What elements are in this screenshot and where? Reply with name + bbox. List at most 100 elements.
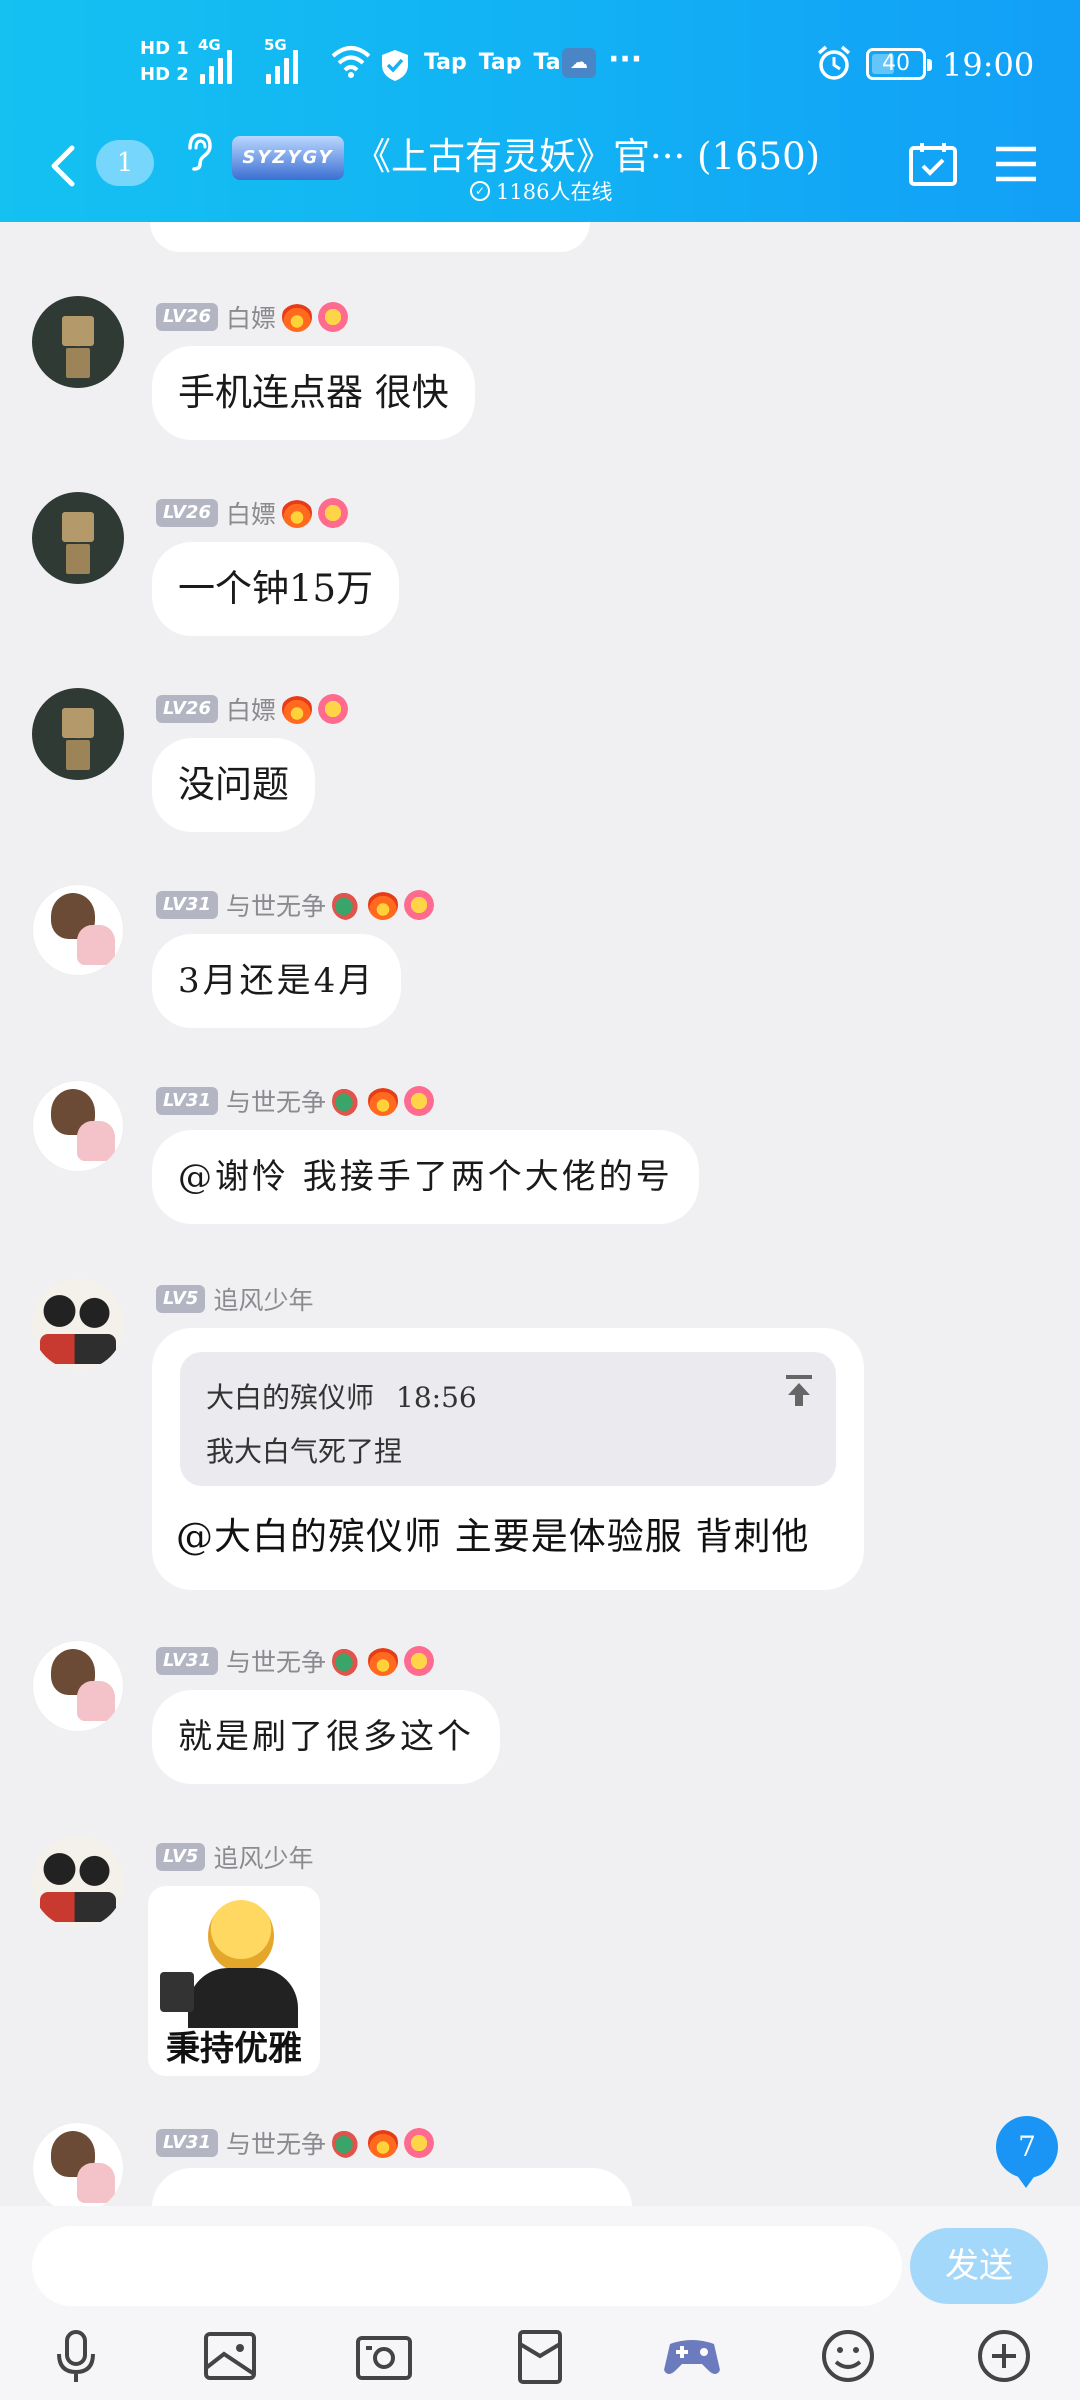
message-input[interactable] xyxy=(32,2226,902,2306)
quoted-message[interactable]: 大白的殡仪师 18:56 我大白气死了捏 xyxy=(180,1352,836,1486)
message-bubble[interactable]: @谢怜 我接手了两个大佬的号 xyxy=(152,1130,699,1224)
plus-icon[interactable] xyxy=(972,2324,1036,2388)
alarm-icon xyxy=(817,45,851,80)
avatar[interactable] xyxy=(32,688,124,780)
avatar[interactable] xyxy=(32,1080,124,1172)
send-button[interactable]: 发送 xyxy=(910,2228,1048,2304)
camera-icon[interactable] xyxy=(352,2324,416,2388)
chat-nav-bar: 1 SYZYGY 《上古有灵妖》官··· (1650) ✓ 1186人在线 xyxy=(0,120,1080,220)
flower-face-icon xyxy=(318,302,348,332)
back-arrow-icon[interactable] xyxy=(48,144,78,188)
level-badge: LV31 xyxy=(156,891,218,919)
level-badge: LV5 xyxy=(156,1285,206,1313)
sender-name[interactable]: 白嫖 xyxy=(226,495,276,531)
quoted-time: 18:56 xyxy=(396,1381,477,1414)
sender-name[interactable]: 与世无争 xyxy=(226,1083,326,1119)
sticker-face xyxy=(208,1900,274,1972)
avatar[interactable] xyxy=(32,492,124,584)
signal-icon: 4G xyxy=(198,36,232,84)
clock: 19:00 xyxy=(942,46,1035,84)
fire-icon xyxy=(282,694,312,724)
dragon-icon xyxy=(332,890,362,920)
avatar[interactable] xyxy=(32,884,124,976)
sender-meta: LV26 白嫖 xyxy=(156,496,348,530)
level-badge: LV5 xyxy=(156,1843,206,1871)
game-logo: SYZYGY xyxy=(232,136,344,180)
quoted-sender: 大白的殡仪师 18:56 xyxy=(206,1376,477,1416)
avatar[interactable] xyxy=(32,1278,124,1370)
calendar-check-icon[interactable] xyxy=(908,140,958,188)
message-bubble[interactable]: 手机连点器 很快 xyxy=(152,346,475,440)
sender-name[interactable]: 追风少年 xyxy=(213,1839,313,1875)
jump-to-quote-icon[interactable] xyxy=(784,1374,814,1408)
avatar[interactable] xyxy=(32,296,124,388)
sim2-label: HD 2 xyxy=(140,64,189,85)
weather-icon: ☁ xyxy=(562,48,596,78)
chat-screen: { "status_bar": { "hd1": "HD 1", "hd2": … xyxy=(0,0,1080,2400)
network-type-label-2: 5G xyxy=(264,36,287,54)
flower-face-icon xyxy=(318,694,348,724)
fire-icon xyxy=(368,890,398,920)
more-notifications-icon: ··· xyxy=(608,42,643,77)
dragon-icon xyxy=(332,1086,362,1116)
fire-icon xyxy=(368,2128,398,2158)
fire-icon xyxy=(368,1086,398,1116)
status-bar: HD 1 HD 2 4G 5G Tap Tap Tap ☁ ··· 40 19:… xyxy=(0,30,1080,100)
flower-face-icon xyxy=(404,1086,434,1116)
level-badge: LV26 xyxy=(156,695,218,723)
sender-name[interactable]: 白嫖 xyxy=(226,299,276,335)
emoji-icon[interactable] xyxy=(816,2324,880,2388)
sender-meta: LV5 追风少年 xyxy=(156,1282,313,1316)
mic-icon[interactable] xyxy=(44,2324,108,2388)
shield-icon xyxy=(382,50,408,81)
wifi-icon xyxy=(331,46,371,78)
sticker-body xyxy=(188,1968,298,2028)
sender-meta: LV5 追风少年 xyxy=(156,1840,313,1874)
sender-meta: LV31 与世无争 xyxy=(156,1084,434,1118)
sim1-label: HD 1 xyxy=(140,38,189,59)
sender-name[interactable]: 与世无争 xyxy=(226,1643,326,1679)
sender-meta: LV31 与世无争 xyxy=(156,888,434,922)
avatar[interactable] xyxy=(32,1836,124,1928)
message-bubble[interactable]: 3月还是4月 xyxy=(152,934,402,1028)
sender-name[interactable]: 与世无争 xyxy=(226,887,326,923)
sender-name[interactable]: 白嫖 xyxy=(226,691,276,727)
level-badge: LV31 xyxy=(156,1087,218,1115)
battery-percent: 40 xyxy=(882,51,910,76)
sender-name[interactable]: 与世无争 xyxy=(226,2125,326,2161)
dragon-icon xyxy=(332,2128,362,2158)
previous-message-bubble xyxy=(150,222,590,252)
menu-icon[interactable] xyxy=(994,144,1038,184)
message-bubble[interactable]: 一个钟15万 xyxy=(152,542,400,636)
level-badge: LV26 xyxy=(156,499,218,527)
sticker-image[interactable]: 秉持优雅 xyxy=(148,1886,320,2076)
sender-meta: LV31 与世无争 xyxy=(156,2126,434,2160)
sticker-caption: 秉持优雅 xyxy=(166,2029,302,2069)
sender-name[interactable]: 追风少年 xyxy=(213,1281,313,1317)
signal-icon-2: 5G xyxy=(264,36,298,84)
quoted-text: 我大白气死了捏 xyxy=(206,1435,403,1468)
tap-label: Tap xyxy=(424,50,467,75)
group-title[interactable]: 《上古有灵妖》官··· (1650) xyxy=(354,126,820,180)
level-badge: LV26 xyxy=(156,303,218,331)
unread-count-badge[interactable]: 1 xyxy=(96,140,154,186)
image-icon[interactable] xyxy=(198,2324,262,2388)
message-bubble[interactable] xyxy=(152,2168,632,2206)
ear-icon[interactable] xyxy=(184,132,214,172)
top-bar: HD 1 HD 2 4G 5G Tap Tap Tap ☁ ··· 40 19:… xyxy=(0,0,1080,222)
flower-face-icon xyxy=(404,1646,434,1676)
fire-icon xyxy=(282,498,312,528)
avatar[interactable] xyxy=(32,2122,124,2206)
message-bubble[interactable]: 就是刷了很多这个 xyxy=(152,1690,500,1784)
composer: 发送 xyxy=(0,2206,1080,2400)
sticker-camera xyxy=(160,1972,194,2012)
message-bubble[interactable]: 没问题 xyxy=(152,738,315,832)
fire-icon xyxy=(282,302,312,332)
new-messages-badge[interactable]: 7 xyxy=(996,2116,1058,2188)
gamepad-icon[interactable] xyxy=(660,2324,724,2388)
red-packet-icon[interactable] xyxy=(508,2324,572,2388)
reply-message-bubble[interactable]: 大白的殡仪师 18:56 我大白气死了捏 @大白的殡仪师 主要是体验服 背刺他 xyxy=(152,1328,864,1590)
battery-indicator: 40 xyxy=(866,48,932,80)
flower-face-icon xyxy=(404,890,434,920)
avatar[interactable] xyxy=(32,1640,124,1732)
